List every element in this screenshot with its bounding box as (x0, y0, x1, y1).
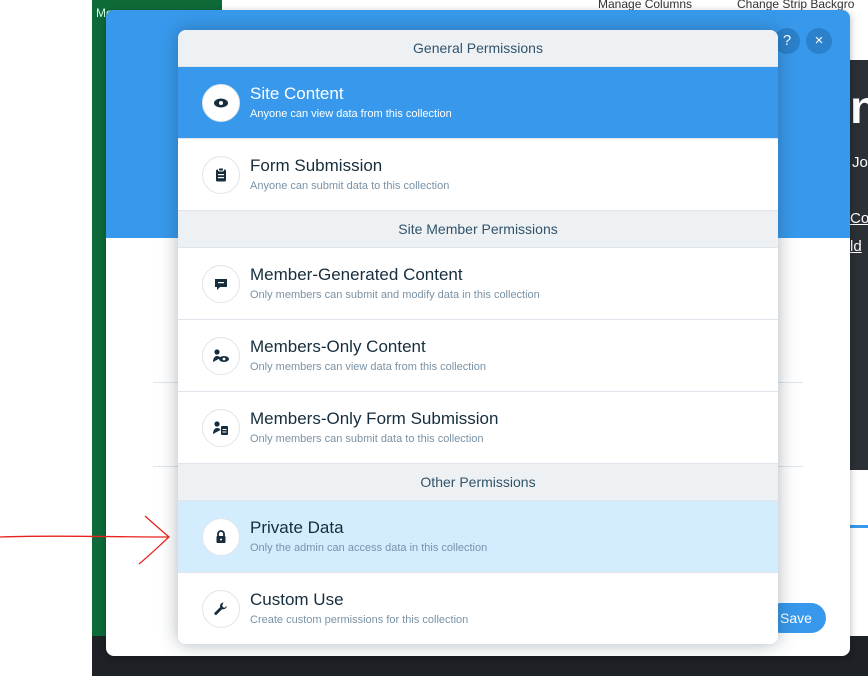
option-title: Members-Only Content (250, 337, 426, 356)
annotation-arrow-icon (0, 515, 170, 565)
chat-bubble-icon (202, 265, 240, 303)
canvas-link-fragment-1: Co (850, 210, 868, 227)
canvas-heading-fragment: nt (850, 81, 868, 133)
option-description: Create custom permissions for this colle… (250, 614, 469, 626)
option-title: Members-Only Form Submission (250, 409, 499, 428)
lock-icon (202, 518, 240, 556)
permissions-dropdown: General Permissions Site Content Anyone … (178, 30, 778, 644)
option-title: Form Submission (250, 156, 383, 175)
option-description: Anyone can submit data to this collectio… (250, 180, 450, 192)
option-description: Only members can view data from this col… (250, 361, 486, 373)
option-private-data[interactable]: Private Data Only the admin can access d… (178, 501, 778, 573)
option-members-only-form-submission[interactable]: Members-Only Form Submission Only member… (178, 392, 778, 464)
canvas-link-fragment-2: ld (850, 238, 862, 255)
option-description: Only members can submit data to this col… (250, 433, 484, 445)
option-title: Custom Use (250, 590, 344, 609)
eye-icon (202, 84, 240, 122)
option-members-only-content[interactable]: Members-Only Content Only members can vi… (178, 320, 778, 392)
option-description: Anyone can view data from this collectio… (250, 108, 452, 120)
option-description: Only members can submit and modify data … (250, 289, 540, 301)
option-description: Only the admin can access data in this c… (250, 542, 488, 554)
option-title: Site Content (250, 84, 344, 103)
section-header-general: General Permissions (178, 30, 778, 67)
option-site-content[interactable]: Site Content Anyone can view data from t… (178, 67, 778, 139)
canvas-blue-underline (850, 470, 868, 528)
clipboard-icon (202, 156, 240, 194)
close-button[interactable]: × (806, 28, 832, 54)
member-clipboard-icon (202, 409, 240, 447)
wrench-icon (202, 590, 240, 628)
option-title: Member-Generated Content (250, 265, 463, 284)
option-member-generated-content[interactable]: Member-Generated Content Only members ca… (178, 248, 778, 320)
section-header-other: Other Permissions (178, 464, 778, 501)
member-eye-icon (202, 337, 240, 375)
option-custom-use[interactable]: Custom Use Create custom permissions for… (178, 573, 778, 644)
option-form-submission[interactable]: Form Submission Anyone can submit data t… (178, 139, 778, 211)
section-header-site-member: Site Member Permissions (178, 211, 778, 248)
canvas-text-fragment: Jo (852, 154, 868, 171)
option-title: Private Data (250, 518, 344, 537)
